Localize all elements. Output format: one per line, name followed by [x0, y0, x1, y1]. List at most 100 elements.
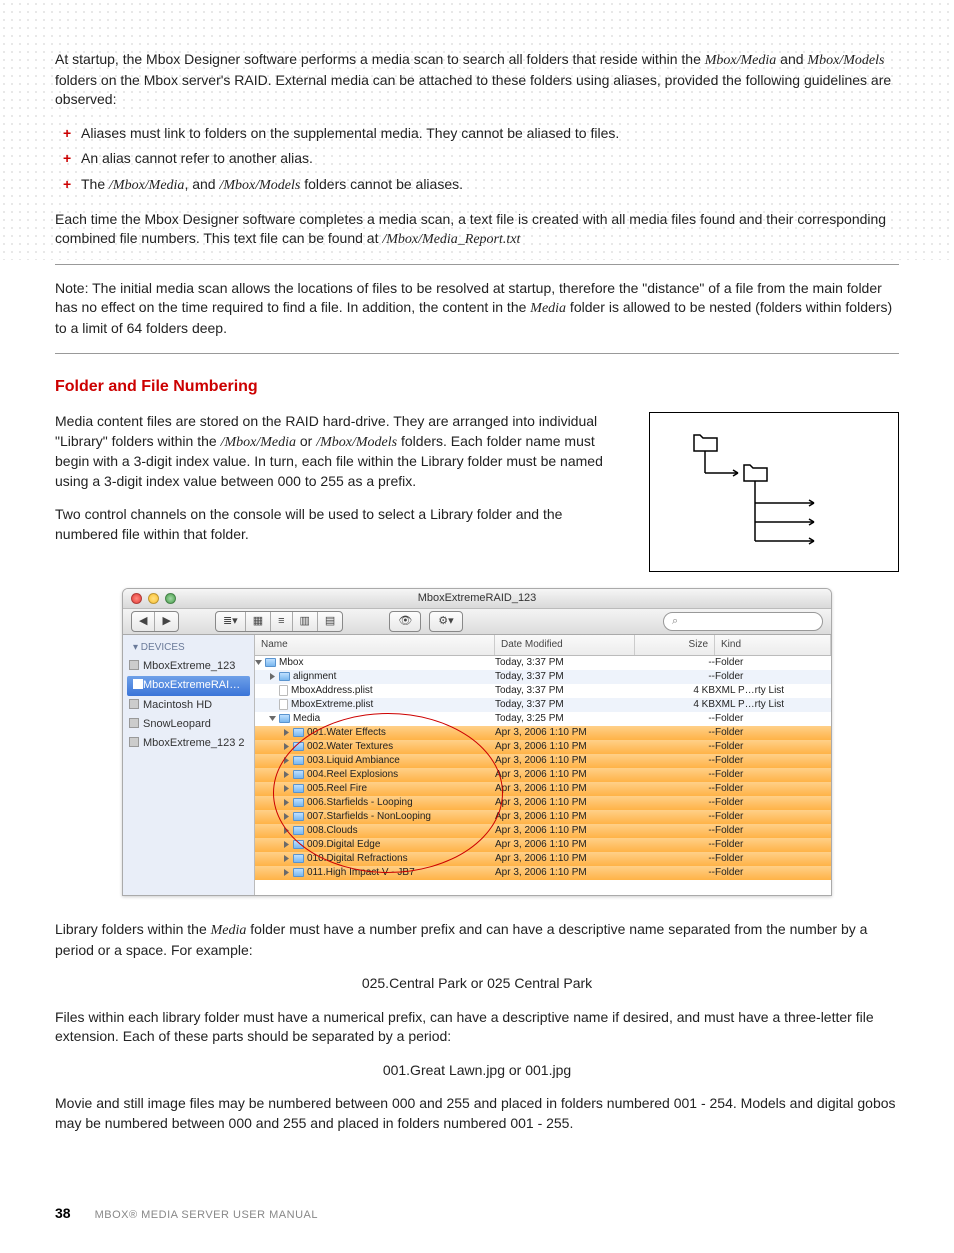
col-name[interactable]: Name	[255, 635, 495, 655]
disclosure-icon[interactable]	[255, 659, 262, 666]
disclosure-icon[interactable]	[283, 757, 290, 764]
folder-icon	[293, 840, 304, 849]
file-size: 4 KB	[635, 684, 715, 698]
finder-titlebar[interactable]: MboxExtremeRAID_123	[123, 589, 831, 609]
disclosure-icon[interactable]	[283, 771, 290, 778]
view-icon-4[interactable]: ▥	[293, 612, 318, 631]
file-row[interactable]: 005.Reel FireApr 3, 2006 1:10 PM--Folder	[255, 782, 831, 796]
page-footer: 38 MBOX® MEDIA SERVER USER MANUAL	[55, 1204, 899, 1224]
search-field[interactable]: ⌕	[663, 612, 823, 631]
folder-icon	[293, 868, 304, 877]
drive-icon	[133, 679, 143, 689]
file-kind: Folder	[715, 656, 831, 670]
file-row[interactable]: 004.Reel ExplosionsApr 3, 2006 1:10 PM--…	[255, 768, 831, 782]
window-title: MboxExtremeRAID_123	[123, 591, 831, 606]
guideline3-c: folders cannot be aliases.	[300, 176, 463, 192]
disclosure-icon[interactable]	[283, 827, 290, 834]
sidebar-devices-header[interactable]: ▾ DEVICES	[123, 639, 254, 657]
folder-icon	[293, 798, 304, 807]
sidebar-device-item[interactable]: SnowLeopard	[123, 715, 254, 734]
folder-icon	[293, 770, 304, 779]
view-icon-5[interactable]: ▤	[318, 612, 342, 631]
folder-icon	[279, 672, 290, 681]
view-icon-2[interactable]: ▦	[246, 612, 271, 631]
folder-icon	[293, 742, 304, 751]
file-kind: Folder	[715, 768, 831, 782]
file-size: --	[635, 768, 715, 782]
disclosure-icon[interactable]	[269, 673, 276, 680]
file-size: --	[635, 852, 715, 866]
file-date: Apr 3, 2006 1:10 PM	[495, 754, 635, 768]
file-row[interactable]: 007.Starfields - NonLoopingApr 3, 2006 1…	[255, 810, 831, 824]
path-mbox-media: Mbox/Media	[705, 53, 777, 68]
file-name: 009.Digital Edge	[307, 838, 380, 852]
intro-text-b: and	[776, 51, 807, 67]
file-row[interactable]: MediaToday, 3:25 PM--Folder	[255, 712, 831, 726]
col-date[interactable]: Date Modified	[495, 635, 635, 655]
sidebar-device-item[interactable]: MboxExtreme_123 2	[123, 734, 254, 753]
file-row[interactable]: 003.Liquid AmbianceApr 3, 2006 1:10 PM--…	[255, 754, 831, 768]
view-icon-3[interactable]: ≡	[271, 612, 292, 631]
forward-button[interactable]: ▶	[155, 612, 177, 631]
file-date: Apr 3, 2006 1:10 PM	[495, 796, 635, 810]
file-kind: Folder	[715, 866, 831, 880]
page-number: 38	[55, 1204, 71, 1224]
action-button[interactable]: ⚙▾	[429, 611, 462, 632]
file-date: Today, 3:25 PM	[495, 712, 635, 726]
file-kind: Folder	[715, 782, 831, 796]
file-row[interactable]: 001.Water EffectsApr 3, 2006 1:10 PM--Fo…	[255, 726, 831, 740]
library-paragraph: Library folders within the Media folder …	[55, 920, 899, 960]
disclosure-icon[interactable]	[283, 785, 290, 792]
disclosure-icon[interactable]	[269, 701, 276, 708]
media-report-paragraph: Each time the Mbox Designer software com…	[55, 210, 899, 250]
file-row[interactable]: 010.Digital RefractionsApr 3, 2006 1:10 …	[255, 852, 831, 866]
col-size[interactable]: Size	[635, 635, 715, 655]
sec-p1-path2: /Mbox/Models	[316, 435, 397, 450]
back-button[interactable]: ◀	[132, 612, 155, 631]
disclosure-icon[interactable]	[283, 869, 290, 876]
folder-hierarchy-diagram	[649, 412, 899, 572]
disclosure-icon[interactable]	[283, 729, 290, 736]
folder-icon	[293, 826, 304, 835]
file-row[interactable]: 011.High Impact V - JB7Apr 3, 2006 1:10 …	[255, 866, 831, 880]
file-date: Apr 3, 2006 1:10 PM	[495, 740, 635, 754]
file-size: --	[635, 656, 715, 670]
intro-text-c: folders on the Mbox server's RAID. Exter…	[55, 72, 891, 108]
disclosure-icon[interactable]	[269, 687, 276, 694]
file-name: Mbox	[279, 656, 303, 670]
file-date: Today, 3:37 PM	[495, 684, 635, 698]
guideline3-path1: /Mbox/Media	[109, 178, 184, 193]
col-kind[interactable]: Kind	[715, 635, 831, 655]
file-row[interactable]: alignmentToday, 3:37 PM--Folder	[255, 670, 831, 684]
file-row[interactable]: 009.Digital EdgeApr 3, 2006 1:10 PM--Fol…	[255, 838, 831, 852]
file-row[interactable]: 008.CloudsApr 3, 2006 1:10 PM--Folder	[255, 824, 831, 838]
guidelines-list: Aliases must link to folders on the supp…	[55, 124, 899, 196]
disclosure-icon[interactable]	[269, 715, 276, 722]
file-row[interactable]: MboxAddress.plistToday, 3:37 PM4 KBXML P…	[255, 684, 831, 698]
file-name: 011.High Impact V - JB7	[307, 866, 415, 880]
file-size: --	[635, 796, 715, 810]
file-row[interactable]: 006.Starfields - LoopingApr 3, 2006 1:10…	[255, 796, 831, 810]
intro-text-a: At startup, the Mbox Designer software p…	[55, 51, 705, 67]
view-icon-1[interactable]: ≣▾	[216, 612, 246, 631]
file-icon	[279, 685, 288, 696]
file-kind: Folder	[715, 726, 831, 740]
disclosure-icon[interactable]	[283, 855, 290, 862]
file-row[interactable]: MboxExtreme.plistToday, 3:37 PM4 KBXML P…	[255, 698, 831, 712]
sidebar-device-item[interactable]: Macintosh HD	[123, 696, 254, 715]
disclosure-icon[interactable]	[283, 743, 290, 750]
disclosure-icon[interactable]	[283, 813, 290, 820]
sidebar-device-item[interactable]: MboxExtremeRAID_123	[127, 676, 250, 695]
sidebar-device-item[interactable]: MboxExtreme_123	[123, 657, 254, 676]
quicklook-button[interactable]: 👁	[389, 611, 421, 632]
finder-toolbar: ◀ ▶ ≣▾ ▦ ≡ ▥ ▤ 👁 ⚙▾ ⌕	[123, 609, 831, 635]
file-row[interactable]: 002.Water TexturesApr 3, 2006 1:10 PM--F…	[255, 740, 831, 754]
note-lead: Note:	[55, 280, 88, 296]
disclosure-icon[interactable]	[283, 799, 290, 806]
path-mbox-models: Mbox/Models	[807, 53, 884, 68]
file-row[interactable]: MboxToday, 3:37 PM--Folder	[255, 656, 831, 670]
file-icon	[279, 699, 288, 710]
file-date: Apr 3, 2006 1:10 PM	[495, 768, 635, 782]
disclosure-icon[interactable]	[283, 841, 290, 848]
intro-paragraph: At startup, the Mbox Designer software p…	[55, 50, 899, 110]
